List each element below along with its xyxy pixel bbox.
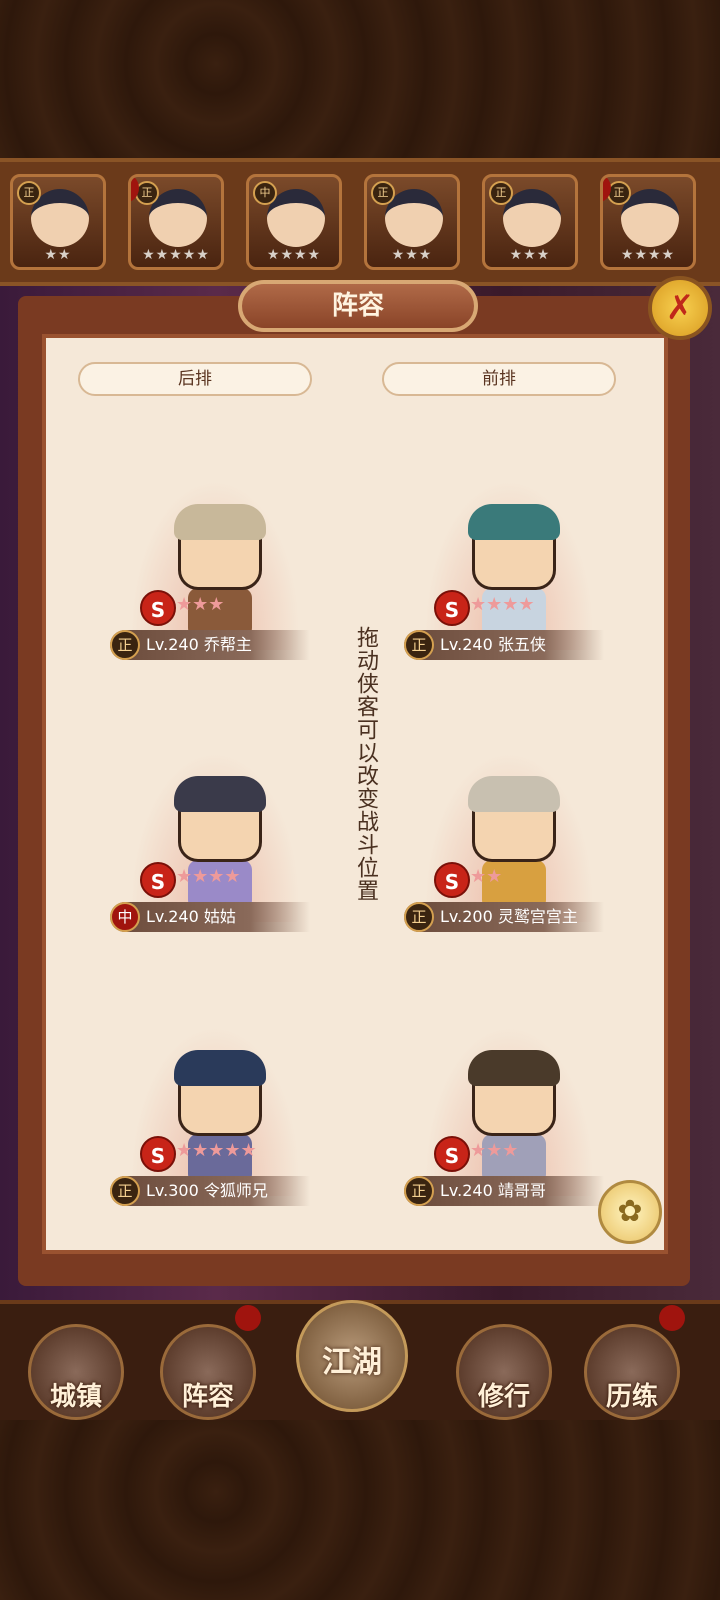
hero-level-name: Lv.240 张五侠 — [440, 635, 546, 654]
nav-label: 江湖 — [322, 1345, 382, 1380]
lantern-decoration — [235, 1305, 261, 1331]
nav-jianghu[interactable]: 江湖 — [296, 1300, 408, 1412]
faction-tag: 正 — [371, 181, 395, 205]
rear-row-label: 后排 — [78, 362, 312, 396]
hero-level-name: Lv.240 乔帮主 — [146, 635, 252, 654]
s-rank-badge: S — [140, 862, 176, 898]
hero-stars: ★★ — [44, 247, 72, 263]
s-rank-badge: S — [434, 862, 470, 898]
hero-name-bar: 正 Lv.300 令狐师兄 — [110, 1176, 310, 1206]
s-rank-badge: S — [434, 590, 470, 626]
hero-figure — [464, 1050, 564, 1186]
hero-level-name: Lv.300 令狐师兄 — [146, 1181, 268, 1200]
front-slot-2[interactable]: S ★★ 正 Lv.200 灵鹫宫宫主 — [404, 742, 604, 942]
formation-button[interactable]: ✿ — [598, 1180, 662, 1244]
hero-stars: ★★★ — [509, 247, 551, 263]
faction-badge: 正 — [404, 1176, 434, 1206]
front-slot-3[interactable]: S ★★★ 正 Lv.240 靖哥哥 — [404, 1016, 604, 1216]
hero-figure — [464, 776, 564, 912]
faction-badge: 中 — [110, 902, 140, 932]
hero-level-name: Lv.240 靖哥哥 — [440, 1181, 546, 1200]
nav-lineup[interactable]: 阵容 — [160, 1305, 261, 1420]
hero-stars: ★★★★★ — [176, 1140, 257, 1161]
front-slot-1[interactable]: S ★★★★ 正 Lv.240 张五侠 — [404, 470, 604, 670]
faction-tag: 正 — [17, 181, 41, 205]
nav-label: 阵容 — [181, 1382, 234, 1412]
hero-name-bar: 正 Lv.240 乔帮主 — [110, 630, 310, 660]
hero-level-name: Lv.240 姑姑 — [146, 907, 236, 926]
front-row-label: 前排 — [382, 362, 616, 396]
rear-slot-2[interactable]: S ★★★★ 中 Lv.240 姑姑 — [110, 742, 310, 942]
hero-figure — [170, 1050, 270, 1186]
hero-name-bar: 正 Lv.200 灵鹫宫宫主 — [404, 902, 604, 932]
flower-icon: ✿ — [617, 1194, 643, 1229]
hero-stars: ★★★★ — [266, 247, 322, 263]
hero-card[interactable]: 正 ★★ — [10, 174, 106, 270]
faction-badge: 正 — [110, 630, 140, 660]
nav-experience[interactable]: 历练 — [584, 1305, 685, 1420]
hero-card[interactable]: 中 ★★★★ — [246, 174, 342, 270]
nav-town[interactable]: 城镇 — [28, 1324, 124, 1420]
hero-stars: ★★★ — [176, 594, 225, 615]
hero-figure — [170, 504, 270, 640]
hero-strip: 正 ★★ 正 ★★★★★ 中 ★★★★ 正 ★★★ 正 ★★★ 正 ★★★★ — [0, 158, 720, 286]
faction-badge: 正 — [404, 902, 434, 932]
faction-tag: 正 — [489, 181, 513, 205]
hero-name-bar: 正 Lv.240 靖哥哥 — [404, 1176, 604, 1206]
faction-badge: 正 — [404, 630, 434, 660]
top-background — [0, 0, 720, 160]
hero-card[interactable]: 正 ★★★★ — [600, 174, 696, 270]
hero-stars: ★★★★ — [620, 247, 676, 263]
faction-badge: 正 — [110, 1176, 140, 1206]
close-button[interactable]: ✗ — [648, 276, 712, 340]
hero-stars: ★★★★★ — [142, 247, 210, 263]
hero-figure — [464, 504, 564, 640]
nav-training[interactable]: 修行 — [456, 1324, 552, 1420]
hero-stars: ★★★ — [470, 1140, 519, 1161]
hero-stars: ★★ — [470, 866, 503, 887]
lantern-decoration — [659, 1305, 685, 1331]
hero-figure — [170, 776, 270, 912]
nav-label: 历练 — [605, 1382, 658, 1412]
hero-stars: ★★★★ — [176, 866, 241, 887]
hero-card[interactable]: 正 ★★★ — [364, 174, 460, 270]
hero-stars: ★★★ — [391, 247, 433, 263]
faction-tag: 中 — [253, 181, 277, 205]
s-rank-badge: S — [434, 1136, 470, 1172]
nav-label: 城镇 — [49, 1382, 102, 1412]
s-rank-badge: S — [140, 590, 176, 626]
rear-slot-3[interactable]: S ★★★★★ 正 Lv.300 令狐师兄 — [110, 1016, 310, 1216]
hero-level-name: Lv.200 灵鹫宫宫主 — [440, 907, 578, 926]
drag-hint: 拖动侠客可以改变战斗位置 — [353, 626, 378, 902]
nav-label: 修行 — [477, 1382, 530, 1412]
rear-slot-1[interactable]: S ★★★ 正 Lv.240 乔帮主 — [110, 470, 310, 670]
close-icon: ✗ — [665, 288, 695, 328]
hero-name-bar: 正 Lv.240 张五侠 — [404, 630, 604, 660]
hero-stars: ★★★★ — [470, 594, 535, 615]
bottom-background — [0, 1420, 720, 1600]
hero-name-bar: 中 Lv.240 姑姑 — [110, 902, 310, 932]
panel-title: 阵容 — [238, 280, 478, 332]
s-rank-badge: S — [140, 1136, 176, 1172]
hero-card[interactable]: 正 ★★★★★ — [128, 174, 224, 270]
hero-card[interactable]: 正 ★★★ — [482, 174, 578, 270]
